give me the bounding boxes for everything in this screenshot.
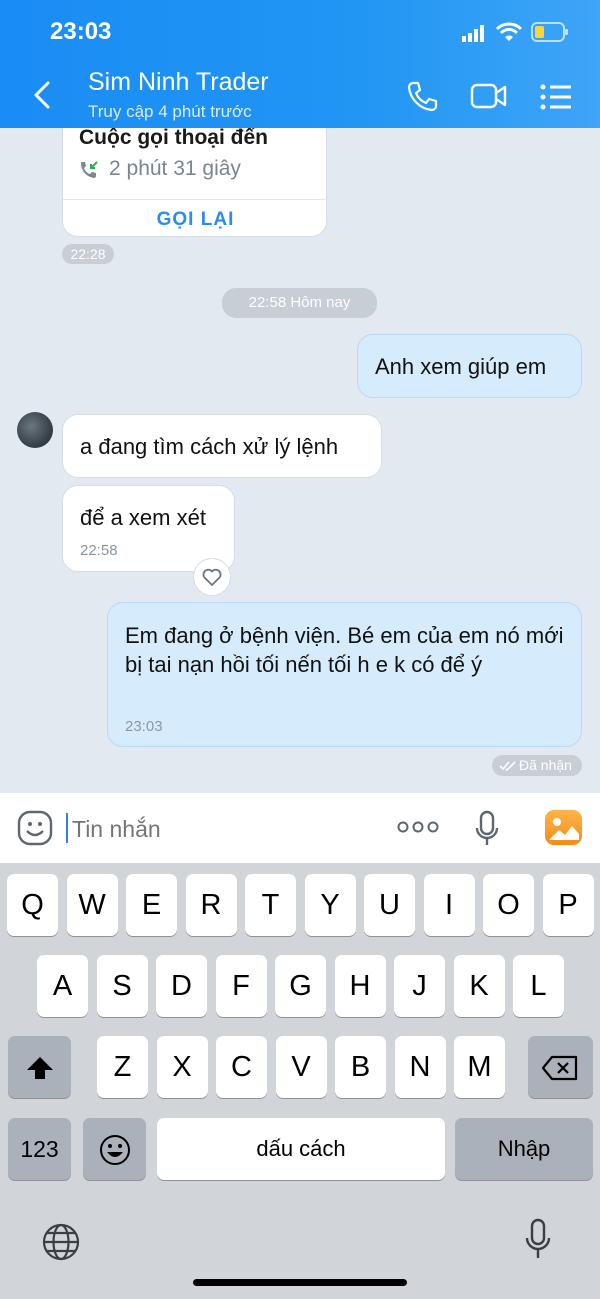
shift-icon <box>27 1057 53 1079</box>
key-y[interactable]: Y <box>304 874 356 936</box>
contact-name[interactable]: Sim Ninh Trader <box>88 68 269 97</box>
sticker-icon[interactable] <box>17 810 53 851</box>
key-s[interactable]: S <box>96 955 148 1017</box>
key-d[interactable]: D <box>156 955 207 1017</box>
delivery-status-text: Đã nhận <box>519 757 572 773</box>
key-x[interactable]: X <box>156 1036 208 1098</box>
wifi-icon <box>495 22 523 47</box>
incoming-call-icon <box>79 160 99 185</box>
message-text: Em đang ở bệnh viện. Bé em của em nó mới… <box>125 623 564 677</box>
key-p[interactable]: P <box>542 874 594 936</box>
key-w[interactable]: W <box>66 874 118 936</box>
gallery-icon[interactable] <box>545 810 582 845</box>
back-icon[interactable] <box>32 80 54 109</box>
message-bubble[interactable]: Anh xem giúp em <box>357 334 582 398</box>
divider <box>63 199 328 200</box>
call-title: Cuộc gọi thoại đến <box>79 128 268 149</box>
shift-key[interactable] <box>8 1036 71 1098</box>
mic-icon[interactable] <box>474 810 500 853</box>
status-time: 23:03 <box>50 18 112 45</box>
backspace-key[interactable] <box>528 1036 593 1098</box>
call-card[interactable]: Cuộc gọi thoại đến 2 phút 31 giây GỌI LẠ… <box>62 128 328 237</box>
key-z[interactable]: Z <box>97 1036 148 1098</box>
key-t[interactable]: T <box>245 874 296 936</box>
heart-icon <box>202 568 222 586</box>
key-v[interactable]: V <box>275 1036 327 1098</box>
battery-icon <box>531 22 569 47</box>
chat-area: Cuộc gọi thoại đến 2 phút 31 giây GỌI LẠ… <box>0 128 600 793</box>
backspace-icon <box>542 1055 578 1081</box>
key-b[interactable]: B <box>335 1036 386 1098</box>
home-indicator <box>193 1279 407 1286</box>
key-f[interactable]: F <box>215 955 267 1017</box>
message-bubble[interactable]: a đang tìm cách xử lý lệnh <box>62 414 382 478</box>
call-time: 22:28 <box>62 244 114 264</box>
space-key[interactable]: dấu cách <box>157 1118 445 1180</box>
double-check-icon <box>499 761 516 771</box>
delivery-status: Đã nhận <box>492 755 582 776</box>
key-a[interactable]: A <box>37 955 88 1017</box>
message-bubble[interactable]: Em đang ở bệnh viện. Bé em của em nó mới… <box>107 602 582 747</box>
return-key[interactable]: Nhập <box>455 1118 593 1180</box>
message-time: 23:03 <box>125 718 163 735</box>
key-l[interactable]: L <box>513 955 564 1017</box>
avatar[interactable] <box>17 412 53 448</box>
message-text: a đang tìm cách xử lý lệnh <box>80 434 339 459</box>
key-u[interactable]: U <box>364 874 415 936</box>
key-o[interactable]: O <box>483 874 534 936</box>
call-back-button[interactable]: GỌI LẠI <box>63 209 328 231</box>
key-q[interactable]: Q <box>7 874 58 936</box>
emoji-icon <box>100 1135 130 1165</box>
key-e[interactable]: E <box>126 874 177 936</box>
react-button[interactable] <box>193 558 231 596</box>
key-n[interactable]: N <box>394 1036 446 1098</box>
text-caret <box>66 813 68 843</box>
emoji-key[interactable] <box>83 1118 146 1180</box>
key-k[interactable]: K <box>453 955 505 1017</box>
message-time: 22:58 <box>80 542 118 559</box>
call-duration: 2 phút 31 giây <box>109 157 241 180</box>
dictation-icon[interactable] <box>524 1218 552 1267</box>
message-text: để a xem xét <box>80 505 206 530</box>
numbers-key[interactable]: 123 <box>8 1118 71 1180</box>
key-c[interactable]: C <box>216 1036 267 1098</box>
message-input[interactable] <box>70 808 374 850</box>
phone-icon[interactable] <box>406 80 438 117</box>
message-text: Anh xem giúp em <box>375 354 547 379</box>
signal-icon <box>462 24 486 47</box>
menu-icon[interactable] <box>540 84 572 115</box>
key-j[interactable]: J <box>394 955 445 1017</box>
key-g[interactable]: G <box>275 955 326 1017</box>
last-seen: Truy cập 4 phút trước <box>88 102 252 121</box>
key-r[interactable]: R <box>185 874 237 936</box>
key-h[interactable]: H <box>334 955 386 1017</box>
date-separator: 22:58 Hôm nay <box>222 288 377 318</box>
video-icon[interactable] <box>470 82 508 115</box>
key-m[interactable]: M <box>454 1036 505 1098</box>
globe-icon[interactable] <box>41 1222 81 1267</box>
key-i[interactable]: I <box>423 874 475 936</box>
more-icon[interactable] <box>397 820 439 839</box>
